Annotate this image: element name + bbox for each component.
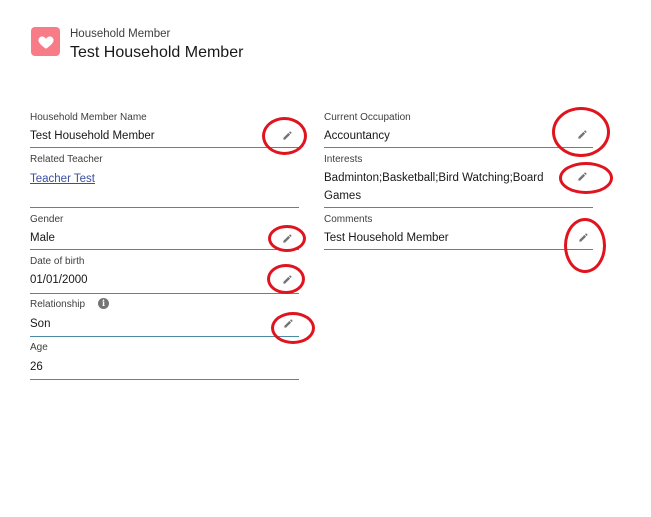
field-divider <box>30 147 299 148</box>
pencil-icon <box>578 232 588 242</box>
field-date-of-birth: Date of birth 01/01/2000 <box>30 256 299 294</box>
field-label: Interests <box>324 154 363 165</box>
field-divider <box>30 249 299 250</box>
field-value: 01/01/2000 <box>30 274 88 286</box>
record-header: Household Member Test Household Member <box>31 27 243 64</box>
field-age: Age 26 <box>30 342 299 380</box>
pencil-icon <box>282 233 292 243</box>
pencil-icon <box>577 171 587 181</box>
field-divider <box>30 379 299 380</box>
pencil-icon <box>283 318 293 328</box>
field-value-line-1: Badminton;Basketball;Bird Watching;Board <box>324 172 544 184</box>
field-divider <box>324 207 593 208</box>
field-value: Test Household Member <box>324 232 449 244</box>
field-divider <box>30 207 299 208</box>
field-value-line-2: Games <box>324 190 362 202</box>
pencil-icon <box>577 129 587 139</box>
field-divider <box>30 336 299 337</box>
field-household-member-name: Household Member Name Test Household Mem… <box>30 112 299 148</box>
field-label: Relationship <box>30 299 86 310</box>
pencil-icon <box>282 274 292 284</box>
edit-relationship-button[interactable] <box>281 316 295 330</box>
edit-occupation-button[interactable] <box>575 127 589 141</box>
field-divider <box>324 147 593 148</box>
pencil-icon <box>282 130 292 140</box>
object-type-label: Household Member <box>70 28 171 40</box>
field-related-teacher: Related Teacher Teacher Test <box>30 154 299 209</box>
field-interests: Interests Badminton;Basketball;Bird Watc… <box>324 154 593 209</box>
field-value: Test Household Member <box>30 130 155 142</box>
field-comments: Comments Test Household Member <box>324 214 593 250</box>
field-divider <box>30 293 299 294</box>
field-value: Son <box>30 318 51 330</box>
field-value: Accountancy <box>324 130 390 142</box>
field-relationship: Relationship i Son <box>30 298 299 337</box>
field-label: Gender <box>30 214 64 225</box>
edit-dob-button[interactable] <box>280 272 294 286</box>
edit-comments-button[interactable] <box>576 230 590 244</box>
teacher-link[interactable]: Teacher Test <box>30 170 95 188</box>
field-label: Current Occupation <box>324 112 411 123</box>
edit-interests-button[interactable] <box>575 169 589 183</box>
record-title: Test Household Member <box>70 44 244 61</box>
field-value: 26 <box>30 361 43 373</box>
heart-icon <box>31 27 60 56</box>
field-gender: Gender Male <box>30 214 299 250</box>
field-label: Age <box>30 342 48 353</box>
edit-name-button[interactable] <box>280 128 294 142</box>
field-divider <box>324 249 593 250</box>
info-icon[interactable]: i <box>98 298 109 309</box>
field-value: Male <box>30 232 55 244</box>
field-current-occupation: Current Occupation Accountancy <box>324 112 593 148</box>
edit-gender-button[interactable] <box>280 231 294 245</box>
field-label: Household Member Name <box>30 112 147 123</box>
field-label: Date of birth <box>30 256 85 267</box>
field-label: Related Teacher <box>30 154 103 165</box>
field-label: Comments <box>324 214 373 225</box>
